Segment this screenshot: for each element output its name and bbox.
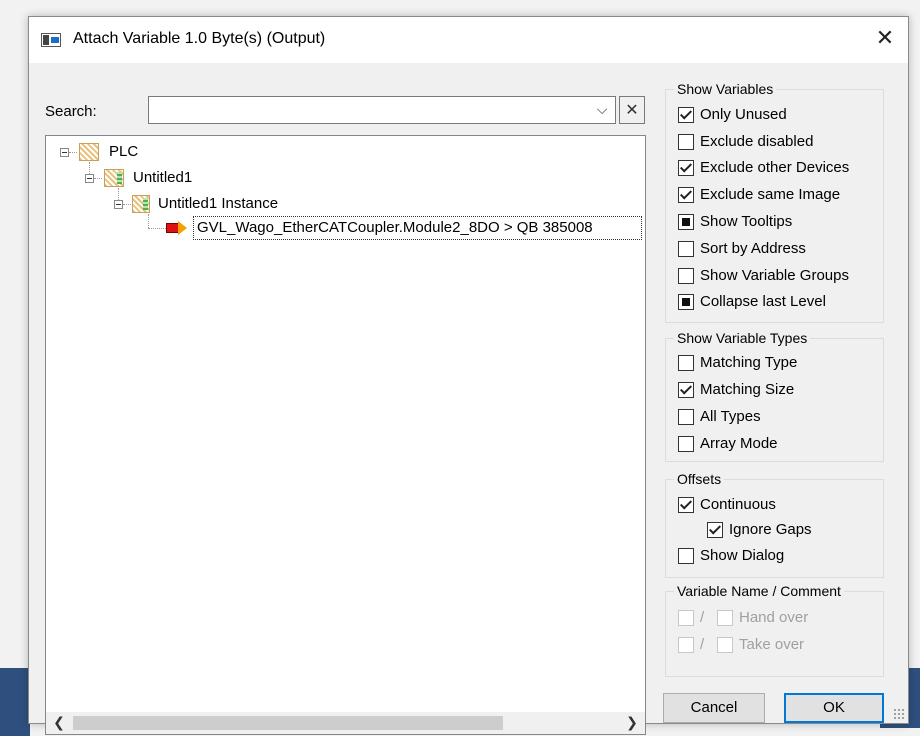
tree-node-plc[interactable]: PLC (109, 141, 138, 163)
group-title: Offsets (674, 470, 725, 488)
close-icon[interactable]: ✕ (862, 17, 908, 61)
checkbox-box[interactable] (678, 134, 694, 150)
group-title: Variable Name / Comment (674, 582, 844, 600)
group-title: Show Variable Types (674, 329, 811, 347)
scrollbar-thumb[interactable] (73, 716, 503, 730)
variable-name-comment-group: Variable Name / Comment / Hand over / Ta… (665, 582, 884, 677)
tree-line (94, 178, 102, 179)
checkbox-box[interactable] (678, 187, 694, 203)
checkbox-box[interactable] (678, 214, 694, 230)
cancel-button[interactable]: Cancel (663, 693, 765, 723)
tree-line (148, 214, 149, 228)
take-over-name-checkbox[interactable] (678, 637, 694, 653)
checkbox-box[interactable] (678, 268, 694, 284)
horizontal-scrollbar[interactable]: ❮ ❯ (46, 712, 645, 734)
checkbox-box[interactable] (678, 355, 694, 371)
checkbox-box[interactable] (678, 241, 694, 257)
hand-over-name-checkbox[interactable] (678, 610, 694, 626)
window-title: Attach Variable 1.0 Byte(s) (Output) (73, 30, 326, 47)
tree-line (148, 228, 166, 229)
tree-line (123, 204, 131, 205)
checkbox-box[interactable] (707, 522, 723, 538)
checkbox-box[interactable] (678, 382, 694, 398)
chevron-down-icon[interactable]: ⌵ (593, 100, 611, 120)
tree-line (89, 162, 90, 174)
collapse-instance-expander[interactable] (114, 200, 123, 209)
checkbox-box[interactable] (678, 409, 694, 425)
clear-search-button[interactable]: ✕ (619, 96, 645, 124)
tree-node-instance[interactable]: Untitled1 Instance (158, 193, 278, 215)
collapse-plc-expander[interactable] (60, 148, 69, 157)
tree-node-selected-variable[interactable]: GVL_Wago_EtherCATCoupler.Module2_8DO > Q… (193, 216, 642, 240)
checkbox-box[interactable] (678, 436, 694, 452)
checkbox-box[interactable] (678, 160, 694, 176)
title-bar: Attach Variable 1.0 Byte(s) (Output) ✕ (29, 17, 908, 63)
checkbox-box[interactable] (678, 548, 694, 564)
tree-node-project[interactable]: Untitled1 (133, 167, 192, 189)
window-app-icon (41, 33, 61, 47)
show-variables-group: Show Variables Only Unused Exclude disab… (665, 80, 884, 323)
collapse-project-expander[interactable] (85, 174, 94, 183)
take-over-comment-checkbox[interactable] (717, 637, 733, 653)
attach-variable-dialog: Attach Variable 1.0 Byte(s) (Output) ✕ S… (28, 16, 909, 735)
resize-grip-icon[interactable] (893, 708, 905, 720)
instance-icon (132, 195, 150, 213)
tree-line (69, 152, 77, 153)
dialog-content: Search: ⌵ ✕ PLC Untitled1 Untitled1 Inst… (29, 63, 908, 735)
output-variable-icon (166, 221, 188, 235)
search-input[interactable] (149, 97, 597, 123)
hand-over-comment-checkbox[interactable] (717, 610, 733, 626)
ok-button[interactable]: OK (784, 693, 884, 723)
scroll-right-icon[interactable]: ❯ (621, 712, 643, 734)
desktop-background (0, 668, 30, 736)
tree-line (118, 188, 119, 200)
show-variable-types-group: Show Variable Types Matching Type Matchi… (665, 329, 884, 462)
offsets-group: Offsets Continuous Ignore Gaps Show Dial… (665, 470, 884, 578)
variable-tree[interactable]: PLC Untitled1 Untitled1 Instance GVL_Wag… (45, 135, 646, 735)
checkbox-box[interactable] (678, 294, 694, 310)
plc-icon (79, 143, 99, 161)
search-combobox[interactable]: ⌵ (148, 96, 616, 124)
group-title: Show Variables (674, 80, 777, 98)
checkbox-box[interactable] (678, 107, 694, 123)
scroll-left-icon[interactable]: ❮ (48, 712, 70, 734)
checkbox-box[interactable] (678, 497, 694, 513)
search-label: Search: (45, 103, 97, 120)
project-icon (104, 169, 124, 187)
